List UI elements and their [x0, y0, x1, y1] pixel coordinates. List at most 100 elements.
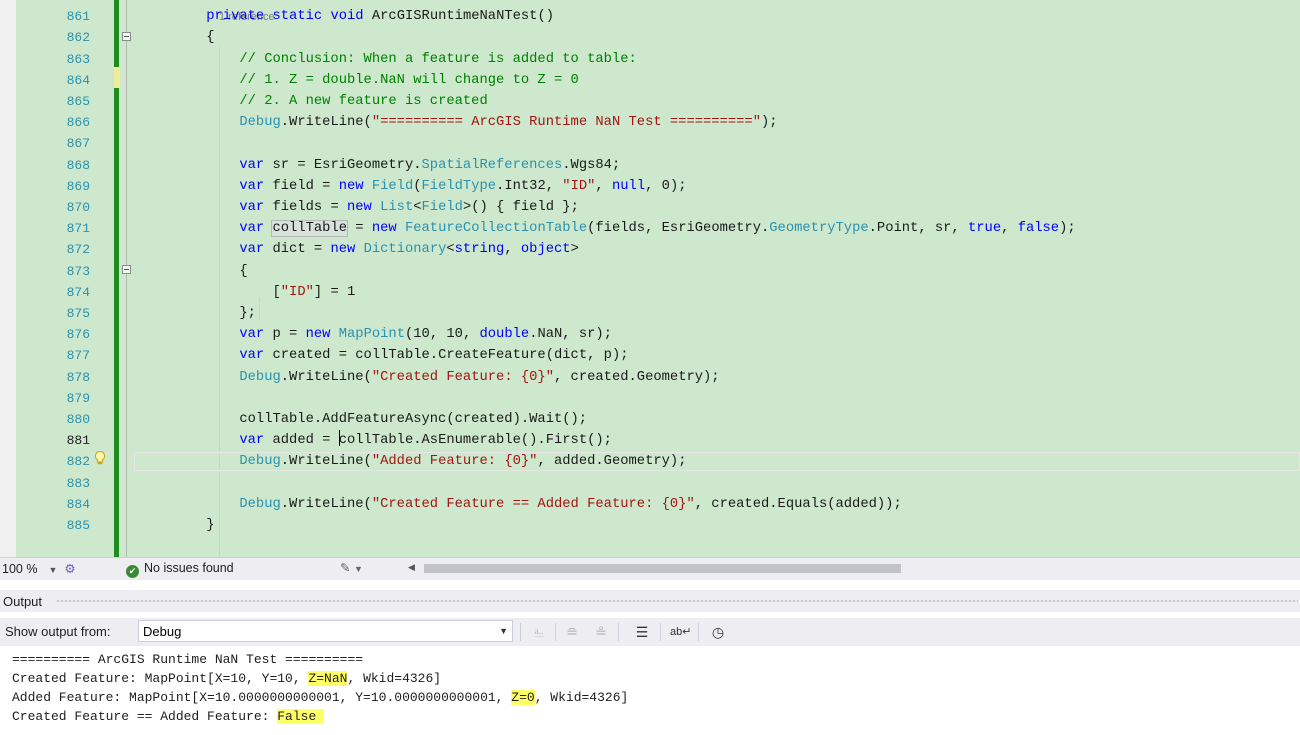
code-token: collTable — [271, 220, 348, 238]
code-line[interactable]: var collTable = new FeatureCollectionTab… — [140, 218, 1076, 239]
code-token: // Conclusion: When a feature is added t… — [239, 51, 637, 67]
line-number: 885 — [66, 518, 90, 533]
word-wrap-icon[interactable]: ab↵ — [670, 622, 691, 642]
code-line[interactable]: var created = collTable.CreateFeature(di… — [140, 345, 629, 366]
code-line[interactable]: ["ID"] = 1 — [140, 282, 355, 303]
output-text: , Wkid=4326] — [534, 690, 629, 705]
code-line[interactable]: { — [140, 27, 214, 48]
issues-indicator[interactable]: ✔ No issues found — [126, 561, 234, 578]
code-token: "Added Feature: {0}" — [371, 454, 538, 470]
code-token: new — [347, 200, 372, 215]
code-token: double — [479, 327, 530, 343]
issues-text: No issues found — [144, 561, 234, 575]
check-circle-icon: ✔ — [126, 565, 139, 578]
code-line[interactable]: Debug.WriteLine("========== ArcGIS Runti… — [140, 112, 777, 133]
collapse-toggle[interactable] — [122, 32, 131, 41]
code-line[interactable]: Debug.WriteLine("Created Feature: {0}", … — [140, 367, 720, 388]
code-token: .WriteLine( — [280, 496, 372, 512]
code-token: fields = — [264, 200, 347, 215]
code-token: // 2. A new feature is created — [239, 94, 488, 109]
code-line[interactable]: var fields = new List<Field>() { field }… — [140, 197, 579, 218]
toolbar-separator — [618, 623, 619, 641]
collapse-toggle[interactable] — [122, 265, 131, 274]
code-editor[interactable]: 1 reference 860861 private static void A… — [0, 0, 1300, 557]
output-panel-title: Output — [3, 594, 43, 609]
clear-all-icon[interactable]: ☰ — [632, 622, 652, 642]
horizontal-scrollbar-thumb[interactable] — [424, 564, 901, 573]
code-line[interactable]: var added = collTable.AsEnumerable().Fir… — [140, 430, 612, 451]
code-cleanup-icon[interactable]: ✎ ▼ — [340, 560, 363, 575]
line-number: 879 — [66, 390, 90, 406]
code-line[interactable]: var field = new Field(FieldType.Int32, "… — [140, 176, 686, 197]
output-text-area[interactable]: ========== ArcGIS Runtime NaN Test =====… — [0, 646, 1300, 735]
output-toolbar: Show output from: Debug ▼ ⎁ ≘ ≗ ☰ ab↵ ◷ — [0, 618, 1300, 646]
code-token: .WriteLine( — [280, 454, 372, 470]
code-line[interactable]: Debug.WriteLine("Created Feature == Adde… — [140, 494, 901, 515]
line-number: 878 — [66, 369, 90, 385]
output-panel-header: Output — [0, 590, 1300, 612]
code-line[interactable]: // 2. A new feature is created — [140, 91, 488, 112]
code-line[interactable]: } — [140, 515, 215, 536]
code-line[interactable]: // 1. Z = double.NaN will change to Z = … — [140, 70, 578, 91]
code-token: field = — [264, 178, 339, 194]
code-line[interactable]: { — [140, 261, 247, 282]
output-text: Created Feature: MapPoint[X=10, Y=10, — [12, 671, 309, 686]
code-token: void — [330, 9, 364, 25]
code-line[interactable]: var p = new MapPoint(10, 10, double.NaN,… — [140, 324, 612, 345]
code-token: "Created Feature: {0}" — [371, 369, 554, 385]
output-source-value: Debug — [143, 624, 182, 639]
code-token: Debug — [239, 115, 281, 131]
code-line[interactable]: Debug.WriteLine("Added Feature: {0}", ad… — [140, 451, 686, 472]
line-number: 875 — [66, 306, 90, 321]
code-token: Debug — [239, 454, 281, 470]
code-line[interactable]: // Conclusion: When a feature is added t… — [140, 49, 637, 70]
clock-icon[interactable]: ◷ — [708, 622, 728, 642]
line-number: 882 — [66, 454, 90, 470]
code-token: collTable.AddFeatureAsync(created).Wait(… — [140, 412, 588, 427]
code-token: < — [446, 242, 455, 258]
scroll-left-icon[interactable]: ◀ — [408, 562, 415, 573]
line-number: 864 — [66, 72, 90, 88]
chevron-down-icon: ▼ — [40, 565, 58, 575]
code-token: new — [338, 178, 364, 194]
output-source-select[interactable]: Debug ▼ — [138, 620, 513, 642]
editor-status-bar: 100 % ▼ ⚙ ✔ No issues found ✎ ▼ ◀ — [0, 557, 1300, 580]
code-token: Debug — [239, 369, 281, 385]
code-line[interactable]: private static void ArcGISRuntimeNaNTest… — [140, 6, 554, 27]
output-line: Added Feature: MapPoint[X=10.00000000000… — [12, 688, 628, 707]
code-token: "ID" — [280, 284, 314, 300]
code-line[interactable]: var dict = new Dictionary<string, object… — [140, 239, 579, 260]
line-number: 884 — [66, 496, 90, 512]
code-token: created = collTable.CreateFeature(dict, … — [264, 348, 629, 364]
code-token: , — [1001, 221, 1018, 237]
code-token: .NaN, sr); — [529, 327, 612, 343]
code-token: var — [239, 242, 265, 258]
code-token: (10, 10, — [404, 327, 480, 343]
output-line: ========== ArcGIS Runtime NaN Test =====… — [12, 650, 363, 669]
panel-drag-grip[interactable] — [56, 599, 1298, 604]
code-token: } — [140, 518, 215, 533]
code-line[interactable]: collTable.AddFeatureAsync(created).Wait(… — [140, 409, 587, 430]
line-number: 874 — [66, 284, 90, 300]
zoom-combo[interactable]: 100 % ▼ ⚙ — [2, 561, 76, 576]
output-text: Created Feature == Added Feature: — [12, 709, 278, 724]
line-number: 866 — [66, 115, 90, 131]
next-message-icon[interactable]: ≗ — [591, 622, 611, 642]
find-message-in-code-icon[interactable]: ⎁ — [529, 622, 549, 642]
lightbulb-icon[interactable] — [92, 450, 108, 466]
previous-message-icon[interactable]: ≘ — [562, 622, 582, 642]
code-line[interactable]: var sr = EsriGeometry.SpatialReferences.… — [140, 155, 620, 176]
code-token: < — [413, 200, 422, 215]
code-line[interactable]: }; — [140, 303, 256, 324]
toolbar-separator — [660, 623, 661, 641]
line-number: 861 — [66, 9, 90, 25]
code-token: , created.Geometry); — [554, 369, 720, 385]
